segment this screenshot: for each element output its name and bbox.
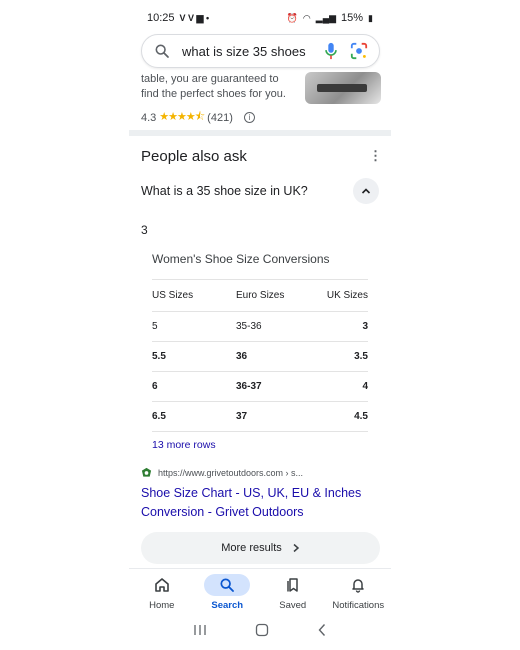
home-button-icon[interactable]: [255, 623, 269, 642]
wifi-icon: ◠: [302, 12, 311, 23]
site-favicon-icon: [141, 467, 152, 478]
table-cell: 5.5: [152, 351, 166, 362]
source-url: https://www.grivetoutdoors.com › s...: [158, 467, 304, 478]
table-title: Women's Shoe Size Conversions: [152, 252, 330, 266]
table-cell: 6.5: [152, 411, 166, 422]
battery-icon: ▮: [368, 12, 373, 23]
nav-home[interactable]: Home: [129, 569, 195, 614]
table-cell: 3: [362, 321, 368, 332]
table-header: Euro Sizes: [236, 290, 285, 301]
nav-label: Home: [149, 600, 175, 611]
table-cell: 35-36: [236, 321, 262, 332]
alarm-icon: ⏰: [286, 12, 298, 23]
snippet-text: table, you are guaranteed to find the pe…: [141, 73, 286, 100]
nav-label: Saved: [279, 600, 307, 611]
table-cell: 36-37: [236, 381, 262, 392]
bell-icon: [335, 574, 381, 596]
result-title-link[interactable]: Shoe Size Chart - US, UK, EU & Inches Co…: [141, 484, 373, 522]
home-icon: [139, 574, 185, 596]
table-cell: 3.5: [354, 351, 368, 362]
table-cell: 4: [362, 381, 368, 392]
review-count: (421): [207, 111, 233, 124]
search-icon: [152, 41, 172, 61]
status-time: 10:25: [147, 12, 175, 24]
table-cell: 5: [152, 321, 158, 332]
notification-icons: V V ▆ •: [179, 12, 210, 23]
people-also-ask-title: People also ask: [141, 148, 247, 165]
result-source[interactable]: https://www.grivetoutdoors.com › s...: [141, 467, 303, 478]
table-cell: 37: [236, 411, 248, 422]
star-rating-icon: ★★★★⯪: [159, 111, 205, 123]
collapse-button[interactable]: [353, 178, 379, 204]
rating-value: 4.3: [141, 111, 157, 124]
more-options-icon[interactable]: ⋮: [369, 148, 382, 164]
mic-icon[interactable]: [321, 41, 341, 61]
table-cell: 6: [152, 381, 158, 392]
android-nav-bar: [129, 614, 391, 650]
search-icon: [204, 574, 251, 596]
table-cell: 4.5: [354, 411, 368, 422]
signal-icon: ▂▄▆: [315, 12, 337, 23]
nav-saved[interactable]: Saved: [260, 569, 326, 614]
status-left: 10:25 V V ▆ •: [147, 12, 209, 24]
recent-apps-icon[interactable]: [193, 623, 207, 641]
size-table: US Sizes Euro Sizes UK Sizes 5 35-36 3 5…: [152, 279, 368, 432]
saved-icon: [270, 574, 316, 596]
bottom-nav: Home Search Saved Notifications: [129, 568, 391, 614]
status-right: ⏰ ◠ ▂▄▆ 15% ▮: [287, 12, 373, 24]
rating-row: 4.3 ★★★★⯪ (421) i: [141, 108, 255, 127]
phone-screen: 10:25 V V ▆ • ⏰ ◠ ▂▄▆ 15% ▮ what is size…: [129, 0, 391, 650]
section-divider: [129, 130, 391, 136]
table-cell: 36: [236, 351, 248, 362]
table-header: UK Sizes: [326, 290, 368, 301]
lens-icon[interactable]: [349, 41, 369, 61]
search-bar[interactable]: what is size 35 shoes: [141, 34, 380, 68]
previous-result-snippet[interactable]: table, you are guaranteed to find the pe…: [141, 68, 381, 128]
paa-question[interactable]: What is a 35 shoe size in UK?: [141, 184, 308, 198]
nav-notifications[interactable]: Notifications: [326, 569, 392, 614]
more-results-button[interactable]: More results: [141, 532, 380, 564]
table-header-row: US Sizes Euro Sizes UK Sizes: [152, 280, 368, 312]
table-row: 5 35-36 3: [152, 312, 368, 342]
status-bar: 10:25 V V ▆ • ⏰ ◠ ▂▄▆ 15% ▮: [129, 0, 391, 36]
table-row: 6 36-37 4: [152, 372, 368, 402]
table-header: US Sizes: [152, 290, 194, 301]
nav-label: Notifications: [332, 600, 385, 611]
more-rows-link[interactable]: 13 more rows: [152, 439, 216, 451]
more-results-label: More results: [221, 542, 282, 554]
nav-search[interactable]: Search: [195, 569, 261, 614]
chevron-up-icon: [361, 188, 371, 194]
answer-value: 3: [141, 223, 148, 237]
search-input[interactable]: what is size 35 shoes: [182, 44, 321, 59]
chevron-right-icon: [293, 543, 299, 553]
info-icon[interactable]: i: [243, 112, 255, 123]
table-row: 6.5 37 4.5: [152, 402, 368, 432]
table-row: 5.5 36 3.5: [152, 342, 368, 372]
battery-text: 15%: [341, 12, 364, 24]
back-icon[interactable]: [317, 623, 327, 642]
snippet-thumbnail[interactable]: [305, 72, 381, 104]
nav-label: Search: [211, 600, 244, 611]
